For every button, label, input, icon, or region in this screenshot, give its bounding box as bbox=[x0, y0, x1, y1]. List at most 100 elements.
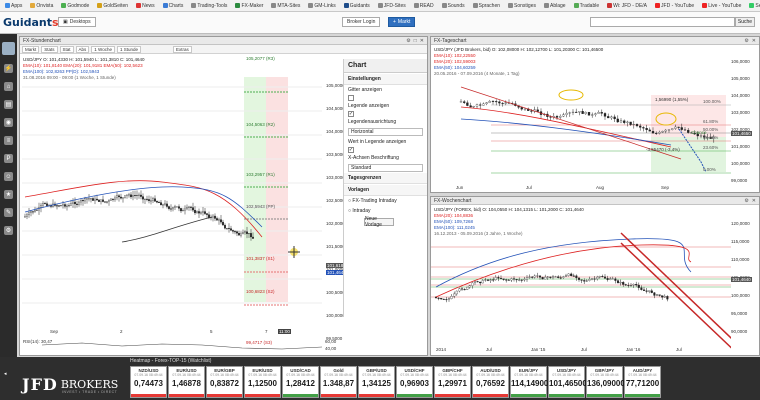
bookmark-item[interactable]: Onvista bbox=[27, 3, 56, 9]
ticker-tile[interactable]: EUR/JPY 07.09.16 08:49:44 114,14900 bbox=[510, 366, 548, 398]
section-templates[interactable]: Vorlagen bbox=[344, 185, 427, 196]
desktops-button[interactable]: ▣ Desktops bbox=[58, 17, 96, 27]
candle-body bbox=[466, 102, 469, 106]
bookmark-item[interactable]: GoldSeiten bbox=[94, 3, 131, 9]
broker-login-button[interactable]: Broker Login bbox=[342, 17, 381, 27]
close-icon[interactable]: ✕ bbox=[752, 198, 756, 204]
bookmark-favicon bbox=[97, 3, 103, 8]
ticker-tile[interactable]: EUR/GBP 07.09.16 08:49:44 0,83872 bbox=[206, 366, 243, 398]
bookmark-item[interactable]: SeasonalBull bbox=[746, 3, 760, 9]
ticker-tile[interactable]: NZD/USD 07.09.16 08:49:44 0,74473 bbox=[130, 366, 167, 398]
x-axis-label: Jul bbox=[581, 347, 587, 352]
maximize-icon[interactable]: □ bbox=[414, 38, 417, 44]
weekly-chart-canvas[interactable] bbox=[431, 207, 731, 352]
bookmark-item[interactable]: Live - YouTube bbox=[699, 3, 744, 9]
close-icon[interactable]: ✕ bbox=[752, 38, 756, 44]
bookmark-item[interactable]: Sprachen bbox=[470, 3, 503, 9]
period-select[interactable]: 1 Woche bbox=[91, 45, 115, 53]
search-input[interactable] bbox=[590, 17, 735, 27]
bookmark-item[interactable]: Trading-Tools bbox=[188, 3, 230, 9]
settings-icon[interactable]: ⚙ bbox=[406, 38, 410, 44]
template-item[interactable]: ○ Intraday bbox=[344, 206, 427, 216]
candle-body bbox=[661, 295, 664, 298]
bookmark-label: JFD - YouTube bbox=[661, 2, 695, 9]
new-template-button[interactable]: Neue Vorlage bbox=[364, 216, 394, 228]
bookmark-item[interactable]: MTA-Sites bbox=[268, 3, 303, 9]
ticker-tile[interactable]: EUR/USD 07.09.16 08:49:44 1,46878 bbox=[168, 366, 205, 398]
toolbar-btn-markt[interactable]: Markt bbox=[22, 45, 40, 53]
candle-body bbox=[677, 126, 680, 128]
hourly-chart-canvas[interactable] bbox=[22, 77, 327, 337]
bookmark-item[interactable]: Apps bbox=[2, 3, 25, 9]
template-item[interactable]: ○ FX-Trading Intraday bbox=[344, 196, 427, 206]
legend-align-select[interactable]: Horizontal bbox=[348, 128, 423, 136]
pager-icon[interactable]: ◂ bbox=[4, 371, 7, 377]
ticker-tile[interactable]: USD/CHF 07.09.16 08:49:44 0,96903 bbox=[396, 366, 433, 398]
markt-button[interactable]: + Markt bbox=[388, 17, 416, 27]
settings-icon[interactable]: ⚙ bbox=[4, 226, 13, 235]
list-icon[interactable]: ≡ bbox=[4, 136, 13, 145]
toolbar-btn-stat[interactable]: Stat bbox=[59, 45, 74, 53]
daily-chart-canvas[interactable] bbox=[431, 47, 731, 187]
bookmark-favicon bbox=[5, 3, 10, 8]
guidants-logo[interactable]: Guidants bbox=[3, 16, 59, 29]
avatar[interactable] bbox=[2, 42, 15, 55]
bookmark-item[interactable]: JFD-Sites bbox=[375, 3, 409, 9]
legend-checkbox[interactable]: ✓ bbox=[348, 111, 354, 117]
flash-icon[interactable]: ⚡ bbox=[4, 64, 13, 73]
bookmark-item[interactable]: Sonstiges bbox=[505, 3, 539, 9]
search-button[interactable]: Suche bbox=[735, 17, 755, 27]
ticker-tile[interactable]: GBP/USD 07.09.16 08:49:44 1,34125 bbox=[358, 366, 395, 398]
settings-icon[interactable]: ⚙ bbox=[744, 198, 748, 204]
bookmark-label: Live - YouTube bbox=[708, 2, 742, 9]
bookmark-item[interactable]: JFD - YouTube bbox=[652, 3, 697, 9]
legend-value-checkbox[interactable]: ✓ bbox=[348, 147, 354, 153]
candle-body bbox=[468, 285, 471, 288]
bookmark-item[interactable]: Wi: JFD - DE/A bbox=[604, 3, 650, 9]
ticker-tile[interactable]: Gold 07.09.16 08:49:44 1.348,87 bbox=[320, 366, 357, 398]
bookmark-item[interactable]: Sounds bbox=[439, 3, 468, 9]
candle-body bbox=[635, 124, 639, 127]
close-icon[interactable]: ✕ bbox=[420, 38, 424, 44]
ticker-tile[interactable]: EUR/USD 07.09.16 08:49:44 1,12500 bbox=[244, 366, 281, 398]
home-icon[interactable]: ⌂ bbox=[4, 82, 13, 91]
ticker-tile[interactable]: AUD/USD 07.09.16 08:49:44 0,76592 bbox=[472, 366, 509, 398]
eye-icon[interactable]: ◉ bbox=[4, 118, 13, 127]
bookmark-item[interactable]: FX-Maker bbox=[232, 3, 266, 9]
xaxis-select[interactable]: Standard bbox=[348, 164, 423, 172]
fx-weekly-chart-panel: FX-Wochenchart ⚙ ✕ USD/JPY (FOREX, bid) O… bbox=[430, 196, 760, 356]
toolbar-btn-stats[interactable]: Stats bbox=[41, 45, 58, 53]
toolbar-btn-abs[interactable]: Abs bbox=[75, 45, 90, 53]
star-icon[interactable]: ★ bbox=[4, 190, 13, 199]
bookmark-item[interactable]: Godmode bbox=[58, 3, 92, 9]
candle-body bbox=[613, 116, 616, 120]
section-settings[interactable]: Einstellungen bbox=[344, 74, 427, 85]
tools-icon[interactable]: ✎ bbox=[4, 208, 13, 217]
bookmark-item[interactable]: Tradable bbox=[571, 3, 603, 9]
bookmark-item[interactable]: Ablage bbox=[541, 3, 569, 9]
interval-select[interactable]: 1 Stunde bbox=[116, 45, 141, 53]
settings-icon[interactable]: ⚙ bbox=[744, 38, 748, 44]
ticker-tile[interactable]: GBP/CHF 07.09.16 08:49:44 1,29971 bbox=[434, 366, 471, 398]
ticker-tile[interactable]: GBP/JPY 07.09.16 08:49:44 136,09000 bbox=[586, 366, 625, 398]
bookmark-item[interactable]: READ bbox=[411, 3, 437, 9]
ticker-tile[interactable]: USD/CAD 07.09.16 08:49:44 1,28412 bbox=[282, 366, 319, 398]
candle-body bbox=[466, 286, 469, 290]
ticker-change-bar bbox=[549, 394, 584, 397]
bookmark-favicon bbox=[508, 3, 514, 8]
chart-icon[interactable]: ▤ bbox=[4, 100, 13, 109]
ticker-tile[interactable]: USD/JPY 07.09.16 08:49:44 101,46500 bbox=[548, 366, 587, 398]
bookmark-item[interactable]: Charts bbox=[160, 3, 187, 9]
ticker-tile[interactable]: AUD/JPY 07.09.16 08:49:44 77,71200 bbox=[624, 366, 661, 398]
candle-body bbox=[36, 209, 38, 211]
candle-body bbox=[174, 206, 176, 208]
bookmark-item[interactable]: News bbox=[133, 3, 158, 9]
section-daily[interactable]: Tagesgrenzen bbox=[344, 173, 427, 184]
candle-body bbox=[559, 115, 562, 118]
bookmark-item[interactable]: Guidants bbox=[341, 3, 373, 9]
bookmark-item[interactable]: GM-Links bbox=[305, 3, 338, 9]
ticker-price: 1,12500 bbox=[248, 379, 277, 388]
extras-button[interactable]: Extras bbox=[173, 45, 192, 53]
user-icon[interactable]: ☺ bbox=[4, 172, 13, 181]
pp-icon[interactable]: P bbox=[4, 154, 13, 163]
